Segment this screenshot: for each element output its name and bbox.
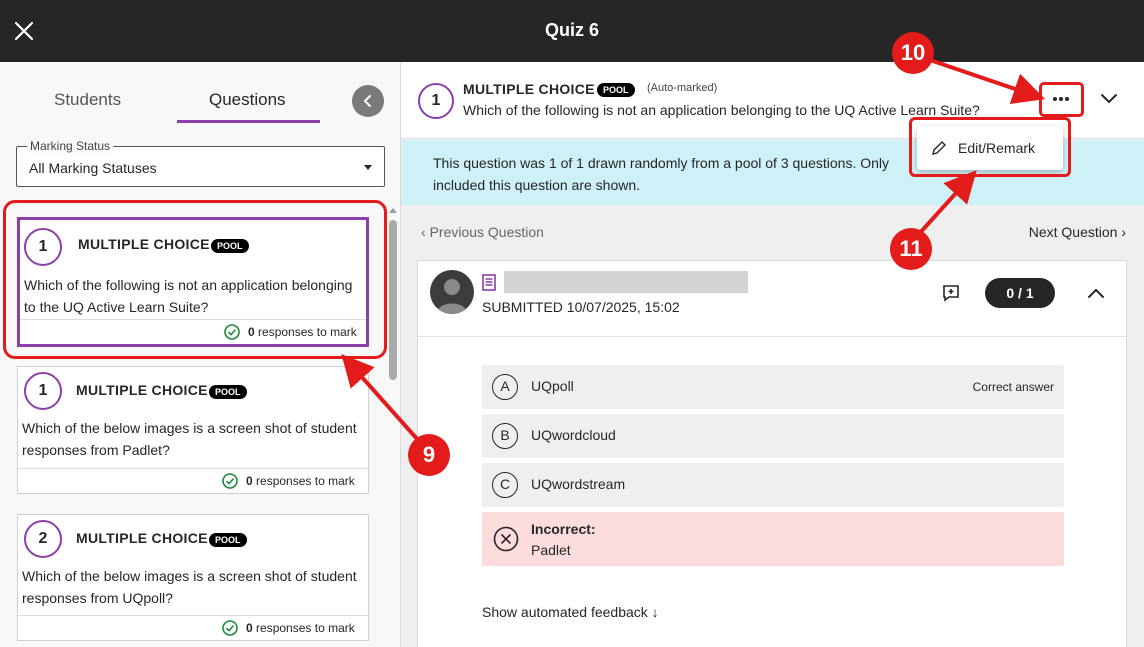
chevron-down-icon[interactable]	[1098, 89, 1120, 107]
chevron-left-icon	[363, 95, 371, 107]
pool-badge: POOL	[209, 533, 247, 547]
option-text: UQwordcloud	[531, 427, 616, 443]
caret-down-icon	[364, 165, 372, 170]
answer-option: B UQwordcloud	[482, 414, 1064, 458]
question-card[interactable]: 1 MULTIPLE CHOICE POOL Which of the belo…	[17, 366, 369, 494]
incorrect-answer: Incorrect: Padlet	[482, 512, 1064, 566]
question-text: Which of the following is not an applica…	[463, 102, 980, 118]
responses-to-mark: 0 responses to mark	[246, 621, 355, 635]
avatar	[430, 270, 474, 314]
option-letter: B	[492, 423, 518, 449]
option-letter: A	[492, 374, 518, 400]
responses-count: 0	[246, 474, 253, 488]
question-text: Which of the below images is a screen sh…	[22, 420, 357, 458]
question-card-footer: 0 responses to mark	[18, 615, 368, 640]
option-text: UQpoll	[531, 378, 574, 394]
answer-option: A UQpoll Correct answer	[482, 365, 1064, 409]
chevron-up-icon[interactable]	[1086, 286, 1106, 300]
annotation-highlight-11	[909, 117, 1071, 177]
question-number: 1	[418, 83, 454, 119]
sidebar-scrollbar[interactable]	[389, 208, 397, 647]
add-feedback-icon[interactable]	[942, 284, 960, 302]
question-number: 1	[24, 372, 62, 410]
score-pill[interactable]: 0 / 1	[985, 278, 1055, 308]
marking-status-label: Marking Status	[27, 139, 114, 153]
document-icon	[482, 274, 496, 291]
answer-option: C UQwordstream	[482, 463, 1064, 507]
tab-questions[interactable]: Questions	[209, 90, 286, 110]
option-letter: C	[492, 472, 518, 498]
correct-answer-label: Correct answer	[972, 380, 1054, 394]
scroll-thumb[interactable]	[389, 220, 397, 380]
auto-marked-label: (Auto-marked)	[647, 82, 718, 94]
automated-feedback-label: Show automated feedback	[482, 604, 648, 620]
top-bar: Quiz 6	[0, 0, 1144, 62]
next-question-link[interactable]: Next Question ›	[1029, 224, 1126, 240]
previous-question-link[interactable]: ‹ Previous Question	[421, 224, 544, 240]
question-card-footer: 0 responses to mark	[18, 468, 368, 493]
pool-info-text: This question was 1 of 1 drawn randomly …	[433, 155, 890, 193]
tab-students[interactable]: Students	[54, 90, 121, 110]
user-silhouette-icon	[436, 279, 468, 314]
submission-card: SUBMITTED 10/07/2025, 15:02 0 / 1 A UQpo…	[417, 260, 1127, 647]
sidebar-tabs: Students Questions	[0, 62, 400, 130]
responses-count: 0	[246, 621, 253, 635]
question-card[interactable]: 2 MULTIPLE CHOICE POOL Which of the belo…	[17, 514, 369, 641]
pool-badge: POOL	[209, 385, 247, 399]
submitted-timestamp: SUBMITTED 10/07/2025, 15:02	[482, 299, 680, 315]
page-title: Quiz 6	[544, 20, 599, 40]
question-text: Which of the below images is a screen sh…	[22, 568, 357, 606]
annotation-step-11: 11	[890, 228, 932, 270]
marking-status-value: All Marking Statuses	[29, 160, 157, 176]
question-type: MULTIPLE CHOICE	[76, 530, 208, 546]
annotation-step-10: 10	[892, 32, 934, 74]
responses-label: responses to mark	[256, 621, 355, 635]
check-circle-icon	[222, 620, 238, 636]
question-type: MULTIPLE CHOICE	[463, 81, 595, 97]
annotation-highlight-9	[3, 200, 387, 359]
incorrect-label: Incorrect:	[531, 521, 596, 537]
option-text: UQwordstream	[531, 476, 626, 492]
collapse-sidebar-button[interactable]	[352, 85, 384, 117]
show-automated-feedback-link[interactable]: Show automated feedback ↓	[482, 604, 659, 620]
marking-status-select[interactable]: Marking Status All Marking Statuses	[16, 139, 385, 187]
active-tab-indicator	[177, 120, 320, 123]
submission-header: SUBMITTED 10/07/2025, 15:02 0 / 1	[418, 261, 1126, 337]
previous-question-label: Previous Question	[429, 224, 544, 240]
annotation-highlight-10	[1039, 82, 1084, 117]
check-circle-icon	[222, 473, 238, 489]
question-number: 2	[24, 520, 62, 558]
annotation-step-9: 9	[408, 434, 450, 476]
question-type: MULTIPLE CHOICE	[76, 382, 208, 398]
next-question-label: Next Question	[1028, 224, 1118, 240]
responses-to-mark: 0 responses to mark	[246, 474, 355, 488]
pool-badge: POOL	[597, 83, 635, 97]
x-circle-icon	[493, 526, 519, 552]
redacted-student-name	[504, 271, 748, 293]
incorrect-answer-text: Padlet	[531, 542, 571, 558]
responses-label: responses to mark	[256, 474, 355, 488]
scroll-up-arrow-icon[interactable]	[389, 208, 397, 213]
